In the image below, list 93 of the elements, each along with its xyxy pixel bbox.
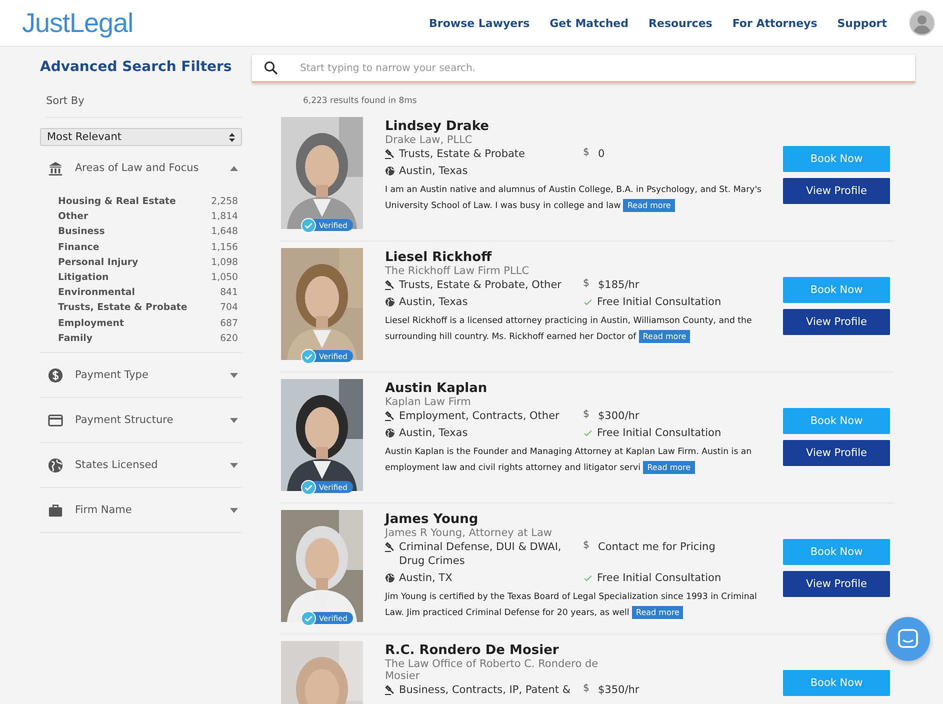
user-avatar-icon[interactable]: [909, 10, 935, 36]
nav-link[interactable]: Get Matched: [540, 10, 639, 36]
price: $350/hr: [598, 683, 640, 697]
filter-option[interactable]: Employment 687: [58, 316, 238, 331]
chat-button[interactable]: [886, 617, 930, 661]
dollar-icon: $: [583, 540, 591, 551]
filter-section-header[interactable]: Payment Type: [40, 353, 242, 398]
filter-option[interactable]: Housing & Real Estate 2,258: [58, 194, 238, 210]
read-more-link[interactable]: Read more: [638, 330, 690, 343]
results-count: 6,223 results found in 8ms: [303, 96, 418, 106]
dollar-icon: $: [583, 278, 591, 289]
view-profile-button[interactable]: View Profile: [783, 309, 890, 335]
gavel-icon: [385, 685, 395, 695]
read-more-link[interactable]: Read more: [632, 606, 684, 619]
filter-section-header[interactable]: Payment Structure: [40, 398, 242, 442]
read-more-link[interactable]: Read more: [623, 199, 675, 212]
price: $185/hr: [598, 278, 640, 292]
lawyer-name: Austin Kaplan: [385, 381, 488, 396]
nav-link[interactable]: Support: [827, 10, 897, 36]
briefcase-icon: [48, 502, 63, 518]
filter-option[interactable]: Family 620: [58, 330, 238, 346]
read-more-link[interactable]: Read more: [643, 461, 695, 474]
filter-option[interactable]: Trusts, Estate & Probate 704: [58, 300, 238, 316]
practice-areas: Trusts, Estate & Probate, Other: [399, 278, 562, 292]
chat-icon: [897, 628, 919, 650]
practice-areas: Business, Contracts, IP, Patent &: [399, 683, 571, 697]
free-consultation: Free Initial Consultation: [597, 426, 722, 440]
gavel-icon: [385, 411, 395, 421]
lawyer-name: Lindsey Drake: [385, 119, 490, 134]
firm-name: The Rickhoff Law Firm PLLC: [385, 265, 530, 277]
firm-name: Kaplan Law Firm: [385, 396, 472, 408]
check-icon: [583, 428, 593, 438]
firm-name: Drake Law, PLLC: [385, 134, 474, 146]
practice-areas: Criminal Defense, DUI & DWAI, Drug Crimes: [399, 540, 583, 568]
location: Austin, Texas: [399, 426, 468, 440]
bank-icon: [48, 160, 63, 176]
view-profile-button[interactable]: View Profile: [783, 440, 890, 466]
search-field[interactable]: Start typing to narrow your search.: [298, 62, 903, 74]
firm-name: The Law Office of Roberto C. Rondero de Mosier: [385, 658, 600, 682]
location: Austin, Texas: [399, 164, 468, 178]
filter-section-header[interactable]: States Licensed: [40, 443, 242, 488]
filter-option[interactable]: Finance 1,156: [58, 240, 238, 255]
filter-section-header[interactable]: Areas of Law and Focus: [40, 146, 242, 190]
lawyer-bio: Liesel Rickhoff is a licensed attorney practicing in Austin, Williamson County, and the surrounding hill country. Ms. Rickhoff earned her Doctor of Read more: [385, 315, 753, 345]
price: 0: [598, 147, 605, 161]
filter-option[interactable]: Business 1,648: [58, 224, 238, 240]
globe-icon: [385, 573, 395, 583]
filter-section-header[interactable]: Firm Name: [40, 488, 242, 532]
lawyer-bio: I am an Austin native and alumnus of Austin College, B.A. in Psychology, and St. Mary's University School of Law. I was busy in college and law Read more: [385, 184, 763, 214]
location: Austin, Texas: [399, 295, 468, 309]
sort-label: Sort By: [46, 95, 242, 118]
check-icon: [583, 573, 593, 583]
view-profile-button[interactable]: View Profile: [783, 571, 890, 597]
lawyer-name: Liesel Rickhoff: [385, 250, 493, 265]
dollar-icon: $: [583, 683, 591, 694]
practice-areas: Employment, Contracts, Other: [399, 409, 560, 423]
nav-link[interactable]: Browse Lawyers: [419, 10, 540, 36]
price: Contact me for Pricing: [598, 540, 716, 554]
check-icon: [583, 297, 593, 307]
nav-link[interactable]: Resources: [638, 10, 722, 36]
free-consultation: Free Initial Consultation: [597, 295, 722, 309]
dollar-icon: $: [583, 409, 591, 420]
lawyer-name: James Young: [385, 512, 480, 527]
lawyer-bio: Austin Kaplan is the Founder and Managing Attorney at Kaplan Law Firm. Austin is an employment law and civil rights attorney and litigator servi Read more: [385, 446, 753, 476]
firm-name: James R Young, Attorney at Law: [385, 527, 553, 539]
nav-link[interactable]: For Attorneys: [722, 10, 828, 36]
location: Austin, TX: [399, 571, 452, 585]
view-profile-button[interactable]: View Profile: [783, 178, 890, 204]
sort-dropdown[interactable]: Most Relevant: [40, 128, 242, 146]
free-consultation: Free Initial Consultation: [597, 571, 722, 585]
gavel-icon: [385, 149, 395, 159]
price: $300/hr: [598, 409, 640, 423]
lawyer-bio: Jim Young is certified by the Texas Board of Legal Specialization since 1993 in Criminal Law. Jim practiced Criminal Defense for 20 years, as well Read more: [385, 591, 758, 621]
filters-title: Advanced Search Filters: [40, 59, 233, 75]
globe-icon: [385, 428, 395, 438]
filter-option[interactable]: Environmental 841: [58, 285, 238, 300]
globe-icon: [48, 458, 63, 473]
filter-option[interactable]: Other 1,814: [58, 209, 238, 224]
dollar-icon: $: [583, 147, 591, 158]
search-icon: [264, 61, 278, 75]
dollar-icon: [48, 368, 63, 383]
filter-option[interactable]: Personal Injury 1,098: [58, 254, 238, 270]
search-bar[interactable]: Start typing to narrow your search.: [252, 55, 915, 83]
gavel-icon: [385, 542, 395, 552]
credit-card-icon: [48, 412, 63, 428]
gavel-icon: [385, 280, 395, 290]
filter-option[interactable]: Litigation 1,050: [58, 270, 238, 286]
practice-areas: Trusts, Estate & Probate: [399, 147, 526, 161]
globe-icon: [385, 297, 395, 307]
globe-icon: [385, 166, 395, 176]
updown-arrows-icon: [229, 132, 235, 142]
logo[interactable]: JustLegal: [22, 8, 420, 38]
lawyer-name: R.C. Rondero De Mosier: [385, 643, 560, 658]
